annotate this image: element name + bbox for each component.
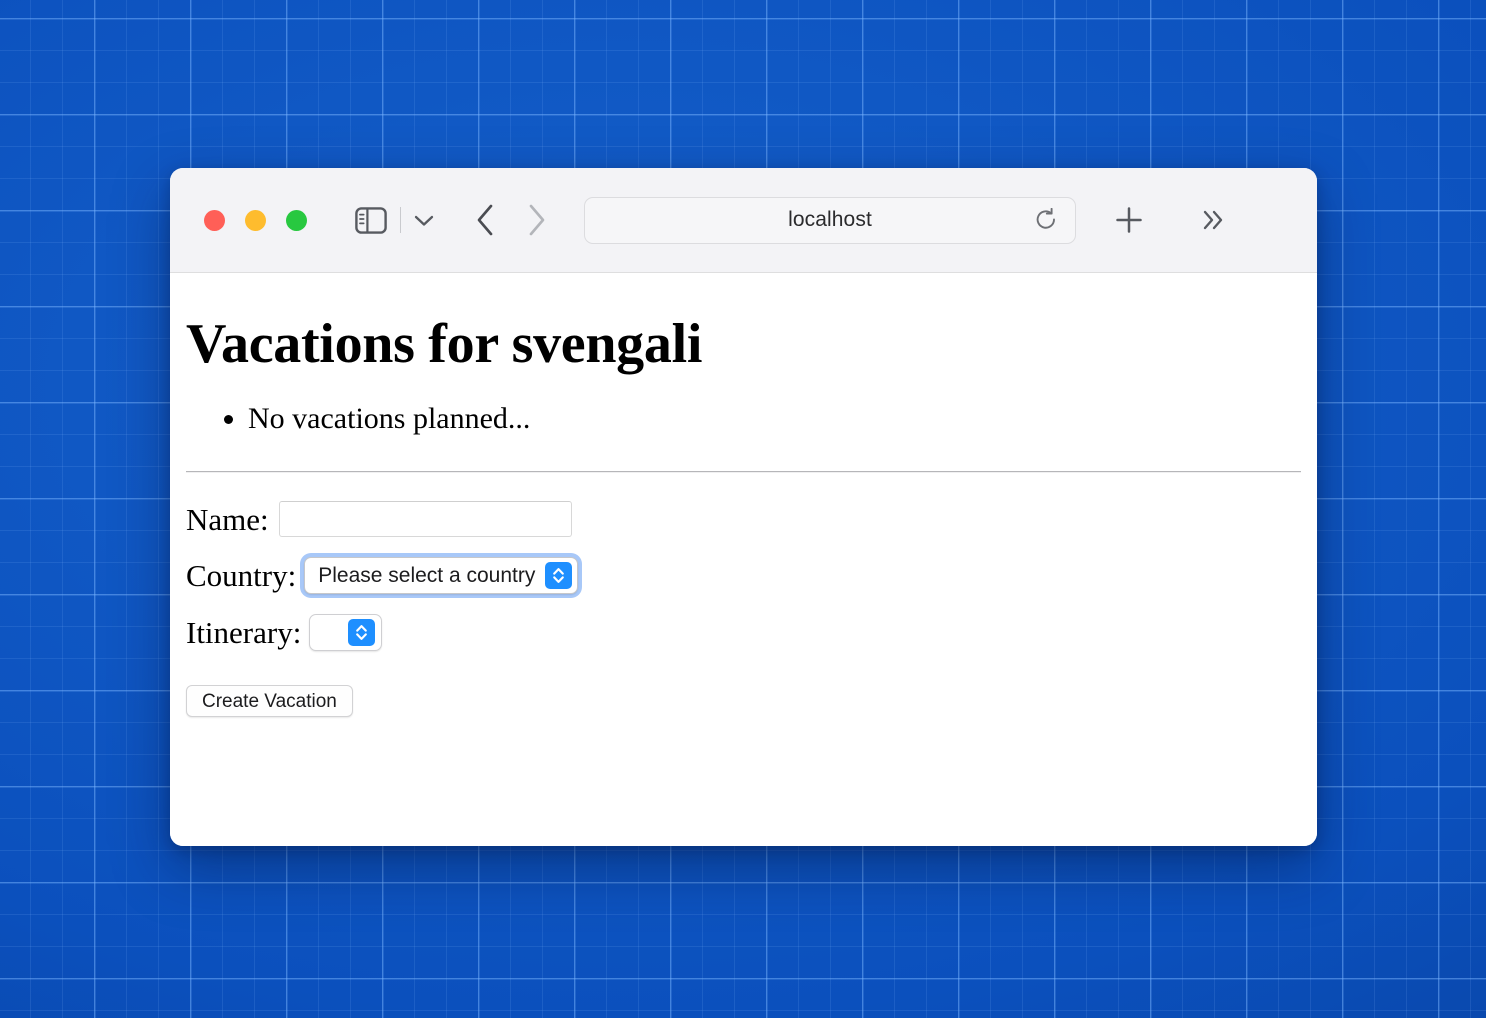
reload-icon[interactable]: [1035, 208, 1057, 232]
itinerary-select[interactable]: [309, 614, 383, 652]
toolbar-right-controls: [1114, 205, 1228, 235]
itinerary-select-box[interactable]: [309, 614, 383, 652]
page-content: Vacations for svengali No vacations plan…: [170, 273, 1317, 846]
browser-toolbar: localhost: [170, 168, 1317, 273]
chevrons-right-icon[interactable]: [1200, 207, 1228, 233]
maximize-window-button[interactable]: [286, 209, 307, 231]
forward-button[interactable]: [526, 203, 548, 237]
window-controls: [204, 209, 307, 231]
vacation-list: No vacations planned...: [248, 400, 1301, 438]
minimize-window-button[interactable]: [245, 209, 266, 231]
country-select-value: Please select a country: [318, 563, 536, 587]
itinerary-label: Itinerary:: [186, 615, 302, 651]
country-row: Country: Please select a country: [186, 553, 1301, 599]
itinerary-row: Itinerary:: [186, 614, 1301, 652]
sidebar-icon[interactable]: [355, 206, 387, 234]
country-select[interactable]: Please select a country: [300, 553, 583, 599]
name-input[interactable]: [278, 501, 572, 538]
address-bar[interactable]: localhost: [584, 196, 1076, 244]
country-label: Country:: [186, 558, 297, 594]
list-item: No vacations planned...: [248, 400, 1301, 438]
section-divider: [186, 471, 1301, 474]
name-row: Name:: [186, 501, 1301, 538]
stepper-icon[interactable]: [545, 562, 573, 590]
back-button[interactable]: [474, 203, 496, 237]
sidebar-controls: [355, 206, 434, 234]
stepper-icon[interactable]: [348, 619, 376, 647]
chevron-down-icon[interactable]: [414, 214, 434, 227]
plus-icon[interactable]: [1114, 205, 1144, 235]
browser-window: localhost Vacations for svengali • No va…: [170, 168, 1317, 846]
vacation-form: Name: Country: Please select a country I…: [186, 501, 1301, 718]
toolbar-divider: [400, 207, 401, 233]
create-vacation-button[interactable]: Create Vacation: [186, 685, 353, 718]
address-text: localhost: [788, 208, 872, 231]
name-label: Name:: [186, 501, 269, 537]
close-window-button[interactable]: [204, 209, 225, 231]
country-select-box[interactable]: Please select a country: [304, 557, 579, 595]
navigation-controls: [474, 203, 548, 237]
page-title: Vacations for svengali: [186, 313, 703, 375]
